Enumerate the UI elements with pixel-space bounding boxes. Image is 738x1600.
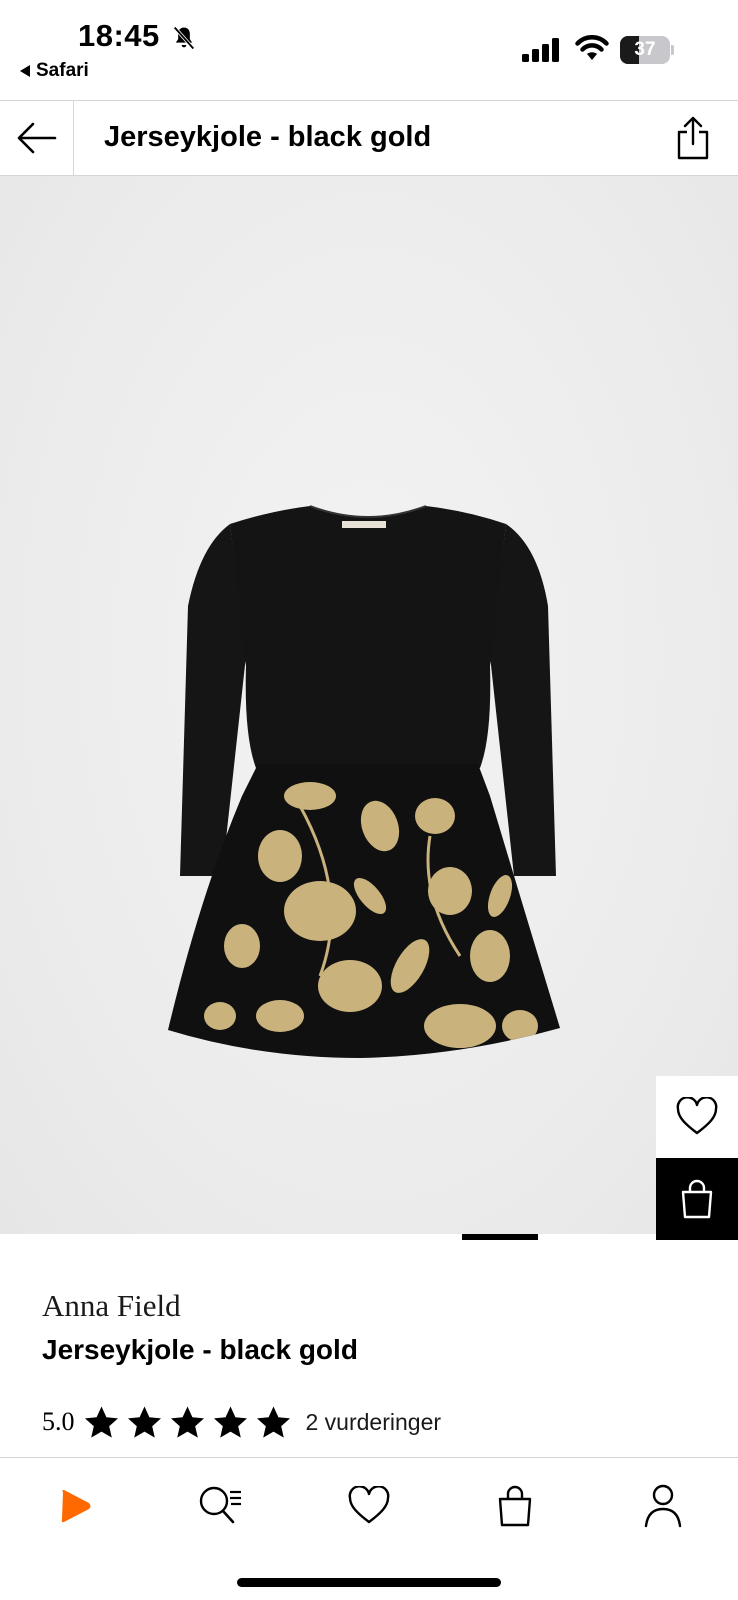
dress-image	[168, 505, 560, 1058]
star-icon	[213, 1406, 247, 1438]
add-to-wishlist-button[interactable]	[656, 1076, 738, 1158]
battery-percent: 37	[634, 39, 656, 60]
share-icon	[677, 116, 709, 160]
back-to-safari[interactable]: Safari	[20, 60, 89, 82]
home-icon	[61, 1490, 91, 1523]
rating-row[interactable]: 5.0 2 vurderinger	[42, 1402, 441, 1442]
bottom-tab-bar	[0, 1457, 738, 1600]
heart-icon	[676, 1097, 718, 1135]
tab-search[interactable]	[193, 1478, 249, 1534]
rating-count: 2 vurderinger	[305, 1408, 442, 1435]
arrow-left-icon	[17, 122, 56, 154]
share-button[interactable]	[668, 113, 718, 163]
product-header: Jerseykjole - black gold	[0, 100, 738, 176]
battery-body: 37	[620, 36, 670, 64]
add-to-bag-button[interactable]	[656, 1158, 738, 1240]
star-icon	[127, 1406, 161, 1438]
back-app-label: Safari	[36, 60, 89, 81]
tab-profile[interactable]	[635, 1478, 691, 1534]
product-image[interactable]	[0, 176, 738, 1234]
profile-icon	[644, 1484, 682, 1528]
back-button[interactable]	[0, 101, 74, 175]
bell-slash-icon	[173, 26, 195, 50]
tab-wishlist[interactable]	[341, 1478, 397, 1534]
status-time: 18:45	[78, 18, 160, 53]
cellular-signal-icon	[522, 38, 559, 62]
battery-nub	[671, 45, 674, 55]
home-indicator[interactable]	[237, 1578, 501, 1587]
product-name: Jerseykjole - black gold	[42, 1334, 358, 1365]
bag-icon	[498, 1485, 532, 1527]
status-bar: 18:45 Safari 37	[0, 0, 738, 100]
back-triangle-icon	[20, 65, 30, 77]
shopping-bag-icon	[681, 1179, 713, 1219]
star-icon	[84, 1406, 118, 1438]
rating-value: 5.0	[42, 1407, 75, 1436]
battery-indicator: 37	[620, 36, 674, 64]
rating-stars	[83, 1404, 292, 1441]
page-title: Jerseykjole - black gold	[104, 121, 432, 153]
tab-home[interactable]	[47, 1478, 103, 1534]
wishlist-icon	[348, 1486, 390, 1524]
wifi-icon	[575, 35, 609, 60]
star-icon	[170, 1406, 204, 1438]
product-info: Anna Field Jerseykjole - black gold 5.0 …	[0, 1240, 738, 1458]
brand-name[interactable]: Anna Field	[42, 1288, 181, 1324]
search-icon	[199, 1486, 241, 1524]
tab-bag[interactable]	[487, 1478, 543, 1534]
star-icon	[256, 1406, 290, 1438]
